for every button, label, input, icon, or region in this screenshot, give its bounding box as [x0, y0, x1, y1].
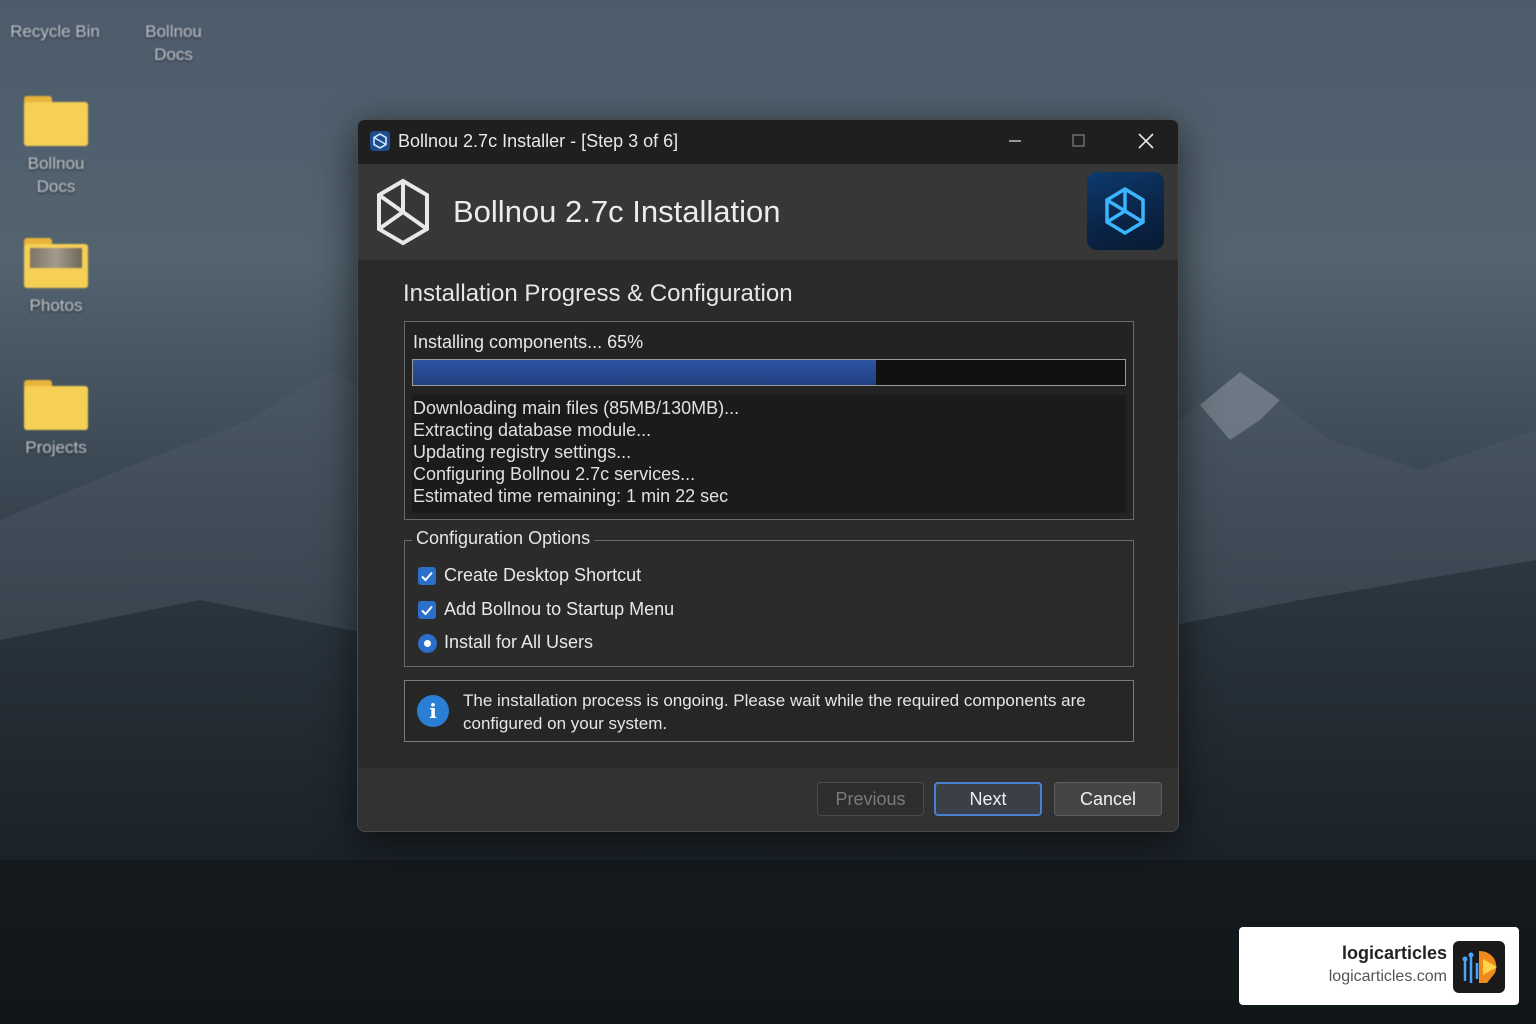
app-icon [370, 131, 390, 151]
checkbox-checked-icon[interactable] [418, 567, 436, 585]
installer-footer: Previous Next Cancel [358, 768, 1178, 831]
title-bar[interactable]: Bollnou 2.7c Installer - [Step 3 of 6] [358, 120, 1178, 164]
watermark-name: logicarticles [1341, 943, 1447, 963]
log-line: Configuring Bollnou 2.7c services... [413, 464, 696, 484]
cancel-button[interactable]: Cancel [1054, 782, 1162, 816]
progress-bar [412, 359, 1126, 386]
log-line: Estimated time remaining: 1 min 22 sec [413, 486, 729, 506]
minimize-button[interactable] [983, 120, 1047, 164]
desktop-icon-label: Projects [25, 438, 87, 457]
folder-icon [24, 380, 88, 430]
watermark-card: logicarticles logicarticles.com [1239, 927, 1519, 1005]
info-text: The installation process is ongoing. Ple… [463, 691, 1086, 733]
log-line: Updating registry settings... [413, 442, 632, 462]
desktop-icon-label: Recycle Bin [10, 22, 100, 41]
desktop-icon-label: Photos [29, 296, 83, 315]
option-label: Install for All Users [444, 632, 594, 652]
desktop-icon-recycle-bin[interactable]: Recycle Bin [10, 20, 100, 43]
option-create-desktop-shortcut[interactable]: Create Desktop Shortcut [418, 564, 678, 588]
minimize-icon [1009, 140, 1021, 142]
photos-folder-icon [24, 238, 88, 288]
desktop-icon-label: Bollnou Docs [27, 154, 85, 196]
maximize-button[interactable] [1047, 120, 1111, 164]
app-badge-icon [1087, 172, 1164, 250]
install-log[interactable]: Downloading main files (85MB/130MB)... E… [412, 395, 1126, 513]
header-title: Bollnou 2.7c Installation [453, 194, 781, 229]
radio-selected-icon[interactable] [418, 634, 437, 653]
installer-header: Bollnou 2.7c Installation [358, 164, 1178, 260]
info-icon: i [417, 695, 449, 727]
desktop-icon-bollnou-docs[interactable]: Bollnou Docs [11, 96, 101, 198]
option-label: Create Desktop Shortcut [444, 565, 642, 585]
log-line: Downloading main files (85MB/130MB)... [413, 398, 740, 418]
option-install-for-all-users[interactable]: Install for All Users [418, 631, 618, 655]
progress-bar-fill [413, 360, 876, 385]
log-line: Extracting database module... [413, 420, 652, 440]
info-message: i The installation process is ongoing. P… [404, 680, 1134, 742]
option-add-to-startup-menu[interactable]: Add Bollnou to Startup Menu [418, 598, 708, 622]
folder-icon [24, 96, 88, 146]
installer-content: Installation Progress & Configuration In… [358, 260, 1178, 768]
maximize-icon [1072, 134, 1085, 147]
watermark-logo-icon [1453, 941, 1505, 993]
window-title: Bollnou 2.7c Installer - [Step 3 of 6] [398, 131, 679, 151]
progress-panel: Installing components... 65% Downloading… [404, 321, 1134, 520]
desktop-icon-bollnou-docs-top[interactable]: Bollnou Docs [126, 20, 221, 66]
section-title: Installation Progress & Configuration [403, 280, 793, 307]
bollnou-logo-icon [377, 178, 429, 246]
configuration-options-group: Configuration Options Create Desktop Sho… [404, 528, 1134, 667]
previous-button[interactable]: Previous [817, 782, 924, 816]
desktop-icon-projects[interactable]: Projects [11, 380, 101, 459]
close-button[interactable] [1113, 120, 1177, 164]
desktop-icon-photos[interactable]: Photos [11, 238, 101, 317]
next-button[interactable]: Next [934, 782, 1042, 816]
desktop-icon-label: Bollnou Docs [145, 22, 202, 64]
checkbox-checked-icon[interactable] [418, 601, 436, 619]
progress-label: Installing components... 65% [413, 332, 644, 352]
installer-window: Bollnou 2.7c Installer - [Step 3 of 6] B… [357, 119, 1179, 832]
option-label: Add Bollnou to Startup Menu [444, 599, 675, 619]
close-icon [1138, 133, 1154, 149]
configuration-options-legend: Configuration Options [412, 528, 595, 549]
watermark-url: logicarticles.com [1328, 968, 1447, 985]
